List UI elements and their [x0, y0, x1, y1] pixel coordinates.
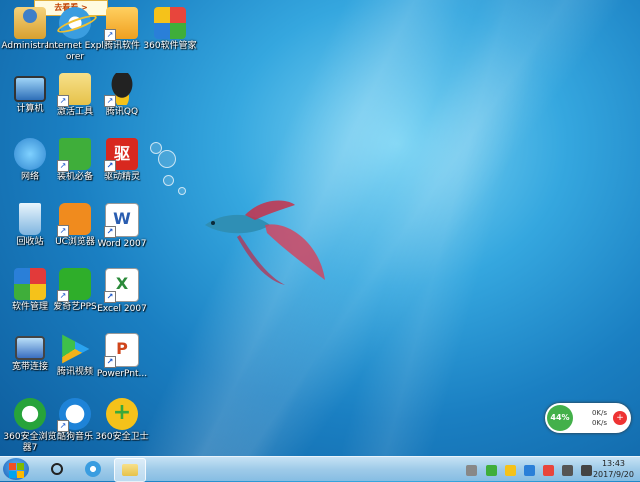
taskbar-ie-button[interactable] [78, 458, 108, 480]
shortcut-arrow-icon: ↗ [104, 291, 116, 303]
taskbar-search-button[interactable] [42, 458, 72, 480]
upload-speed: 0K/s [591, 409, 607, 417]
software-manager-icon [14, 268, 46, 300]
security-icon[interactable] [523, 465, 535, 476]
clock-time: 13:43 [601, 459, 626, 468]
action-center-flag-icon[interactable] [542, 465, 554, 476]
desktop-icon-powerpoint[interactable]: P ↗ PowerPnt... [92, 330, 152, 390]
search-icon [51, 463, 63, 475]
volume-icon[interactable] [581, 465, 592, 476]
shortcut-arrow-icon: ↗ [57, 95, 69, 107]
taskbar: 13:43 2017/9/20 [0, 456, 640, 482]
bubble [178, 187, 186, 195]
ie-icon [55, 7, 99, 39]
taskbar-explorer-button[interactable] [114, 458, 146, 482]
desktop-icon-label: 驱动精灵 [103, 172, 140, 182]
speedup-button[interactable]: + [613, 411, 627, 425]
network-tray-icon[interactable] [561, 465, 573, 476]
360-browser-icon [14, 398, 46, 430]
clock[interactable]: 13:43 2017/9/20 [593, 458, 634, 480]
recycle-bin-icon [19, 203, 41, 235]
shortcut-arrow-icon: ↗ [57, 420, 69, 432]
bubble [158, 150, 176, 168]
network-icon [14, 138, 46, 170]
broadband-icon [15, 336, 45, 360]
desktop-icon-label: PowerPnt... [96, 369, 148, 379]
360-guard-icon: + [106, 398, 138, 430]
word-icon: W ↗ [104, 203, 139, 238]
driver-icon: 驱 ↗ [104, 138, 138, 172]
iqiyi-icon: ↗ [57, 268, 91, 302]
360-tray-icon[interactable] [504, 465, 516, 476]
desktop-icon-qq[interactable]: ↗ 腾讯QQ [92, 70, 152, 130]
excel-icon: X ↗ [104, 268, 139, 303]
folder-icon [122, 464, 138, 476]
shortcut-arrow-icon: ↗ [104, 160, 116, 172]
desktop-icon-word[interactable]: W ↗ Word 2007 [92, 200, 152, 260]
shortcut-arrow-icon: ↗ [104, 356, 116, 368]
kingsoft-icon: ↗ [104, 7, 138, 41]
desktop-icon-360-manager[interactable]: 360软件管家 [140, 4, 200, 64]
desktop-icon-label: 360软件管家 [143, 41, 197, 51]
360-manager-icon [154, 7, 186, 39]
bubble [163, 175, 174, 186]
download-speed: 0K/s [591, 419, 607, 427]
qq-icon: ↗ [104, 73, 138, 107]
speed-rows: 0K/s 0K/s [577, 408, 607, 428]
shortcut-arrow-icon: ↗ [57, 290, 69, 302]
shortcut-arrow-icon: ↗ [104, 29, 116, 41]
powerpoint-icon: P ↗ [104, 333, 139, 368]
user-folder-icon [14, 7, 46, 39]
shortcut-arrow-icon: ↗ [57, 160, 69, 172]
language-icon[interactable] [485, 465, 497, 476]
shortcut-arrow-icon: ↗ [57, 225, 69, 237]
desktop-icon-label: Word 2007 [97, 239, 147, 249]
computer-icon [14, 76, 46, 102]
desktop-icon-label: 腾讯QQ [105, 107, 139, 117]
shortcut-arrow-icon: ↗ [104, 226, 116, 238]
shopping-bag-icon: ↗ [57, 138, 91, 172]
shortcut-arrow-icon: ↗ [104, 95, 116, 107]
memory-usage-ring: 44% [547, 405, 573, 431]
tencent-video-icon [62, 334, 90, 364]
desktop-icon-label: 360安全卫士 [95, 432, 149, 442]
betta-fish-wallpaper [205, 200, 325, 285]
system-tray [463, 461, 592, 477]
desktop: 去看看 > Administra... 计算机 网络 回收站 软件管理 宽带连接… [0, 0, 640, 456]
desktop-icon-360-guard[interactable]: + 360安全卫士 [92, 395, 152, 455]
ie-icon [85, 461, 101, 477]
desktop-icon-driver-genius[interactable]: 驱 ↗ 驱动精灵 [92, 135, 152, 195]
uc-browser-icon: ↗ [57, 203, 91, 237]
kugou-icon: ↗ [57, 398, 91, 432]
start-button[interactable] [3, 458, 29, 480]
network-speed-widget[interactable]: 44% 0K/s 0K/s + [545, 403, 631, 433]
keyboard-icon[interactable] [466, 465, 478, 476]
folder-icon: ↗ [57, 73, 91, 107]
desktop-icon-label: Excel 2007 [97, 304, 147, 314]
clock-date: 2017/9/20 [592, 470, 634, 479]
desktop-icon-excel[interactable]: X ↗ Excel 2007 [92, 265, 152, 325]
